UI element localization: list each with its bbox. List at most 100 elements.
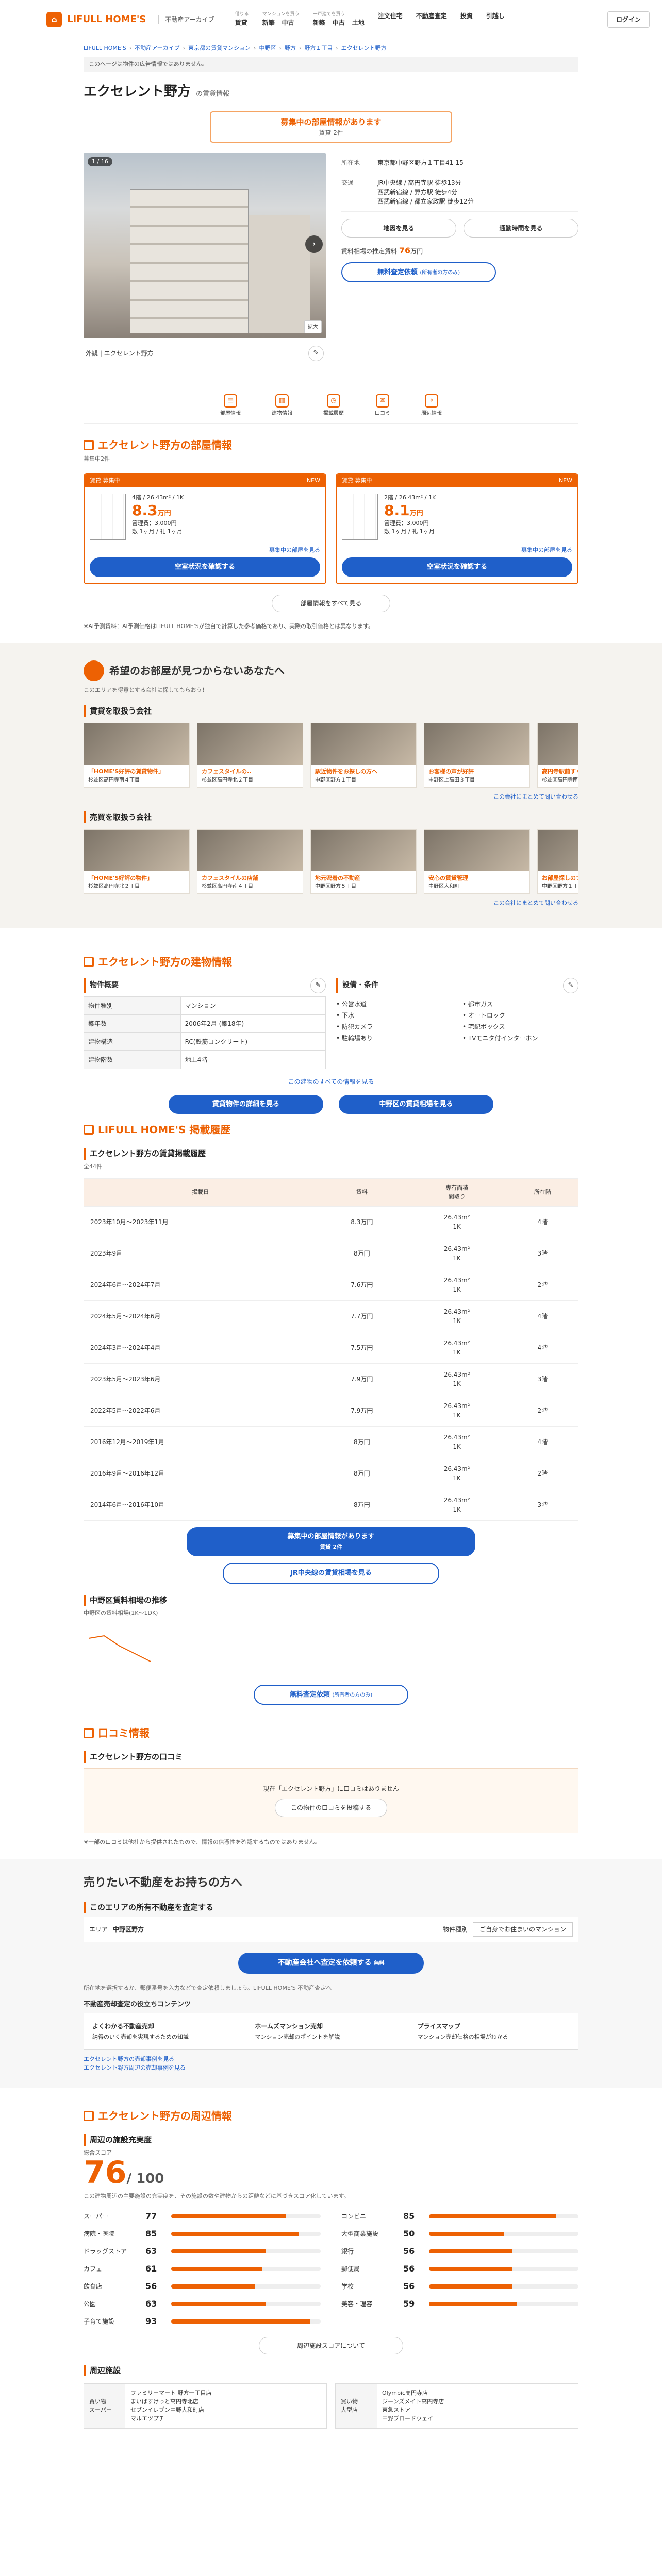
building-all-link[interactable]: この建物のすべての情報を見る xyxy=(288,1078,374,1086)
zoom-button[interactable]: 拡大 xyxy=(304,320,322,333)
equipment-item: • 宅配ボックス xyxy=(462,1023,505,1030)
nav-caption: 借りる xyxy=(235,11,249,17)
pencil-icon[interactable]: ✎ xyxy=(310,977,326,993)
nav-items: 投資 xyxy=(460,11,473,21)
agent-card[interactable]: カフェスタイルの.. 杉並区高円寺北２丁目 xyxy=(197,723,303,788)
floorplan-image[interactable] xyxy=(90,493,126,540)
score-bar-value: 56 xyxy=(403,2246,415,2256)
nav-group: マンションを買う 新築 中古 xyxy=(262,11,300,28)
breadcrumb-item[interactable]: 野方 xyxy=(285,44,296,53)
agent-card[interactable]: 地元密着の不動産 中野区野方５丁目 xyxy=(310,829,417,894)
score-bar: 公園 63 xyxy=(84,2298,321,2310)
sell-cta-label: 不動産会社へ査定を依頼する xyxy=(277,1958,372,1967)
map-button[interactable]: 地図を見る xyxy=(341,218,456,238)
history-row: 2023年9月 8万円 26.43m² 1K 3階 xyxy=(83,1238,579,1269)
tips-link[interactable]: エクセレント野方の売却事例を見る xyxy=(84,2055,578,2064)
nav-link[interactable]: 中古 xyxy=(333,18,345,27)
agents-b-link-text[interactable]: この会社にまとめて問い合わせる xyxy=(493,900,578,906)
breadcrumb-item[interactable]: 野方１丁目 xyxy=(304,44,333,53)
rooms-more-button[interactable]: 部屋情報をすべて見る xyxy=(272,594,390,612)
breadcrumb-separator: › xyxy=(129,45,132,52)
nav-link[interactable]: 不動産査定 xyxy=(416,11,447,21)
equipment-item: • 下水 xyxy=(336,1011,354,1019)
tip-item[interactable]: プライスマップ マンション売却価格の相場がわかる xyxy=(418,2022,570,2042)
nav-link[interactable]: 賃貸 xyxy=(235,18,247,27)
rental-detail-button[interactable]: 賃貸物件の詳細を見る xyxy=(169,1094,323,1114)
tab-5[interactable]: ⌖ 周辺情報 xyxy=(421,394,442,417)
sell-type-select[interactable]: ご自身でお住まいのマンション xyxy=(472,1922,573,1937)
recruiting-rooms-button[interactable]: 募集中の部屋情報があります 賃貸 2件 xyxy=(187,1527,475,1556)
nav-items: 新築 中古 xyxy=(262,18,300,27)
free-assessment-button[interactable]: 無料査定依頼 (所有者の方のみ) xyxy=(341,262,496,282)
market-price-button[interactable]: 中野区の賃貸相場を見る xyxy=(339,1094,493,1114)
nav-link[interactable]: 新築 xyxy=(313,18,325,27)
floorplan-image[interactable] xyxy=(342,493,378,540)
history-cell: 2014年6月〜2016年10月 xyxy=(83,1489,318,1521)
commute-button[interactable]: 通勤時間を見る xyxy=(464,218,578,238)
tip-item[interactable]: よくわかる不動産売却 納得のいく売却を実現するための知識 xyxy=(92,2022,244,2042)
history-table: 掲載日 賃料 専有面積 間取り 所在階 2023年10月〜2023年11月 8.3万円 2… xyxy=(83,1178,579,1521)
agent-card[interactable]: 高円寺駅前すぐ杉並区高円寺南４丁目 xyxy=(537,723,578,788)
score-info-button[interactable]: 周辺施設スコアについて xyxy=(259,2336,403,2354)
pencil-icon[interactable]: ✎ xyxy=(308,345,324,361)
agent-card[interactable]: お部屋探しのプロ中野区野方１丁目 xyxy=(537,829,578,894)
agent-card[interactable]: 駅近物件をお探しの方へ 中野区野方１丁目 xyxy=(310,723,417,788)
vacancy-check-button[interactable]: 空室状況を確認する xyxy=(90,557,320,577)
score-bar-fill xyxy=(171,2319,310,2324)
line-market-button[interactable]: JR中央線の賃貸相場を見る xyxy=(223,1563,439,1584)
info-row-access: 交通 JR中央線 / 高円寺駅 徒歩13分 西武新宿線 / 野方駅 徒歩4分 西武… xyxy=(341,173,578,212)
score-bar-fill xyxy=(429,2249,513,2253)
history-cell: 7.7万円 xyxy=(317,1300,407,1332)
post-review-button[interactable]: この物件の口コミを投稿する xyxy=(274,1798,387,1817)
agent-card[interactable]: カフェスタイルの店舗 杉並区高円寺南４丁目 xyxy=(197,829,303,894)
free-assessment-button-2[interactable]: 無料査定依頼 (所有者の方のみ) xyxy=(254,1684,408,1705)
nav-link[interactable]: 土地 xyxy=(352,18,365,27)
pencil-icon[interactable]: ✎ xyxy=(563,977,578,993)
agent-name: 駅近物件をお探しの方へ xyxy=(315,768,377,775)
rent-value: 8.3 xyxy=(132,502,158,519)
score-bar-track xyxy=(429,2249,578,2253)
nav-link[interactable]: 新築 xyxy=(262,18,275,27)
agents-a-link-text[interactable]: この会社にまとめて問い合わせる xyxy=(493,793,578,800)
tips-link[interactable]: エクセレント野方周辺の売却事例を見る xyxy=(84,2064,578,2073)
tip-item[interactable]: ホームズマンション売却 マンション売却のポイントを解説 xyxy=(255,2022,407,2042)
tab-2[interactable]: ▥ 建物情報 xyxy=(272,394,292,417)
building-photo[interactable]: 1 / 16 › 拡大 xyxy=(84,152,326,338)
trend-heading: 中野区賃料相場の推移 xyxy=(84,1594,578,1606)
next-arrow-icon[interactable]: › xyxy=(305,235,323,253)
tab-4[interactable]: ✉ 口コミ xyxy=(375,394,390,417)
site-logo[interactable]: ⌂ LIFULL HOME'S 不動産アーカイブ xyxy=(46,11,214,27)
recruiting-banner[interactable]: 募集中の部屋情報があります 賃貸 2件 xyxy=(210,111,452,143)
nav-link[interactable]: 注文住宅 xyxy=(378,11,403,21)
breadcrumb-item[interactable]: LIFULL HOME'S xyxy=(84,44,126,53)
building-heading: エクセレント野方の建物情報 xyxy=(84,954,578,970)
score-bar-label: 銀行 xyxy=(341,2247,354,2255)
breadcrumb-item[interactable]: 東京都の賃貸マンション xyxy=(188,44,251,53)
score-bar-value: 59 xyxy=(403,2298,415,2309)
login-button[interactable]: ログイン xyxy=(607,11,650,28)
agent-title: 希望のお部屋が見つからないあなたへ xyxy=(109,665,285,677)
building-key: 建物構造 xyxy=(84,1032,181,1051)
tab-3[interactable]: ◷ 掲載履歴 xyxy=(323,394,344,417)
equipment-item: • オートロック xyxy=(462,1011,505,1019)
history-sub: エクセレント野方の賃貸掲載履歴 xyxy=(84,1148,578,1160)
agent-card[interactable]: 「HOME'S好評の物件」 杉並区高円寺北２丁目 xyxy=(84,829,190,894)
tab-1[interactable]: ▤ 部屋情報 xyxy=(220,394,241,417)
nav-link[interactable]: 中古 xyxy=(282,18,294,27)
history-title: LIFULL HOME'S 掲載履歴 xyxy=(98,1124,231,1136)
breadcrumb-item[interactable]: 不動産アーカイブ xyxy=(135,44,179,53)
agent-card[interactable]: 安心の賃貸管理 中野区大和町 xyxy=(424,829,530,894)
agents-b-link[interactable]: この会社にまとめて問い合わせる xyxy=(84,899,578,908)
nav-link[interactable]: 投資 xyxy=(460,11,473,21)
score-bars: スーパー 77 病院・医院 85 ドラッグストア 63 カフェ 61 飲食店 56 公園 63 子育て施… xyxy=(84,2210,578,2328)
room-more-link[interactable]: 募集中の部屋を見る xyxy=(521,547,572,553)
agent-card[interactable]: お客様の声が好評 中野区上高田３丁目 xyxy=(424,723,530,788)
vacancy-check-button[interactable]: 空室状況を確認する xyxy=(342,557,572,577)
sell-cta-button[interactable]: 不動産会社へ査定を依頼する 無料 xyxy=(238,1952,424,1974)
history-cell: 26.43m² 1K xyxy=(406,1489,507,1521)
agents-a-link[interactable]: この会社にまとめて問い合わせる xyxy=(84,793,578,802)
room-more-link[interactable]: 募集中の部屋を見る xyxy=(269,547,320,553)
agent-card[interactable]: 「HOME'S好評の賃貸物件」 杉並区高円寺南４丁目 xyxy=(84,723,190,788)
nav-link[interactable]: 引越し xyxy=(486,11,505,21)
breadcrumb-item[interactable]: 中野区 xyxy=(259,44,276,53)
